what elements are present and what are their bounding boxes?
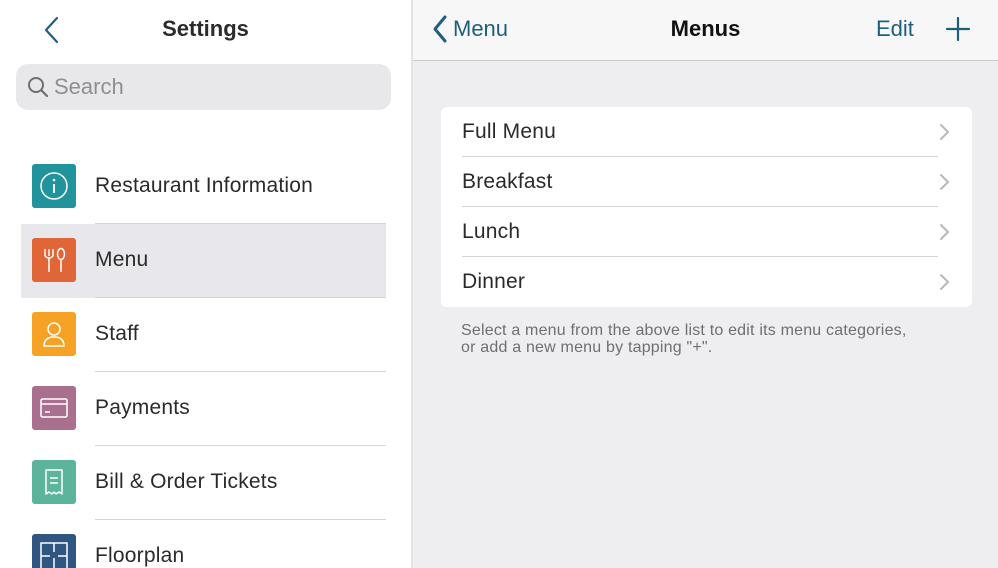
floorplan-icon — [32, 534, 76, 568]
help-text: Select a menu from the above list to edi… — [461, 322, 971, 356]
sidebar-item-label: Floorplan — [95, 544, 185, 567]
person-icon — [32, 312, 76, 356]
settings-header: Settings — [0, 0, 411, 60]
navigation-bar: Menu Menus Edit — [413, 0, 998, 61]
settings-pane: Settings Restaurant Information — [0, 0, 411, 568]
list-item-label: Lunch — [462, 220, 521, 243]
chevron-right-icon — [940, 274, 949, 290]
sidebar-item-restaurant-information[interactable]: Restaurant Information — [21, 150, 386, 224]
back-button[interactable]: Menu — [431, 12, 508, 46]
sidebar-item-label: Restaurant Information — [95, 174, 314, 197]
list-item-label: Dinner — [462, 270, 526, 293]
fork-knife-icon — [32, 238, 76, 282]
list-item-lunch[interactable]: Lunch — [441, 207, 972, 257]
search-bar[interactable] — [16, 64, 391, 110]
sidebar-item-bill-order-tickets[interactable]: Bill & Order Tickets — [21, 446, 386, 520]
search-icon — [28, 77, 49, 98]
back-button-label: Menu — [453, 16, 509, 41]
sidebar-item-menu[interactable]: Menu — [21, 224, 386, 298]
sidebar-item-floorplan[interactable]: Floorplan — [21, 520, 386, 568]
card-icon — [32, 386, 76, 430]
chevron-right-icon — [940, 174, 949, 190]
list-item-full-menu[interactable]: Full Menu — [441, 107, 972, 157]
menus-pane: Menu Menus Edit Full Menu Breakfast Lunc… — [413, 0, 998, 568]
sidebar-item-label: Menu — [95, 248, 149, 271]
list-item-dinner[interactable]: Dinner — [441, 257, 972, 307]
chevron-right-icon — [940, 224, 949, 240]
sidebar-item-label: Staff — [95, 322, 139, 345]
receipt-icon — [32, 460, 76, 504]
help-text-line: or add a new menu by tapping "+". — [461, 339, 713, 356]
chevron-left-icon — [433, 15, 447, 43]
add-menu-button[interactable] — [943, 14, 973, 44]
sidebar-item-label: Bill & Order Tickets — [95, 470, 278, 493]
search-input[interactable] — [54, 64, 374, 110]
sidebar-item-staff[interactable]: Staff — [21, 298, 386, 372]
settings-title: Settings — [162, 16, 249, 41]
sidebar-item-label: Payments — [95, 396, 190, 419]
sidebar-item-payments[interactable]: Payments — [21, 372, 386, 446]
help-text-line: Select a menu from the above list to edi… — [461, 322, 907, 339]
list-item-breakfast[interactable]: Breakfast — [441, 157, 972, 207]
edit-button[interactable]: Edit — [876, 16, 914, 42]
menus-list: Full Menu Breakfast Lunch Dinner — [441, 107, 972, 307]
info-icon — [32, 164, 76, 208]
list-item-label: Breakfast — [462, 170, 553, 193]
chevron-right-icon — [940, 124, 949, 140]
list-item-label: Full Menu — [462, 120, 557, 143]
